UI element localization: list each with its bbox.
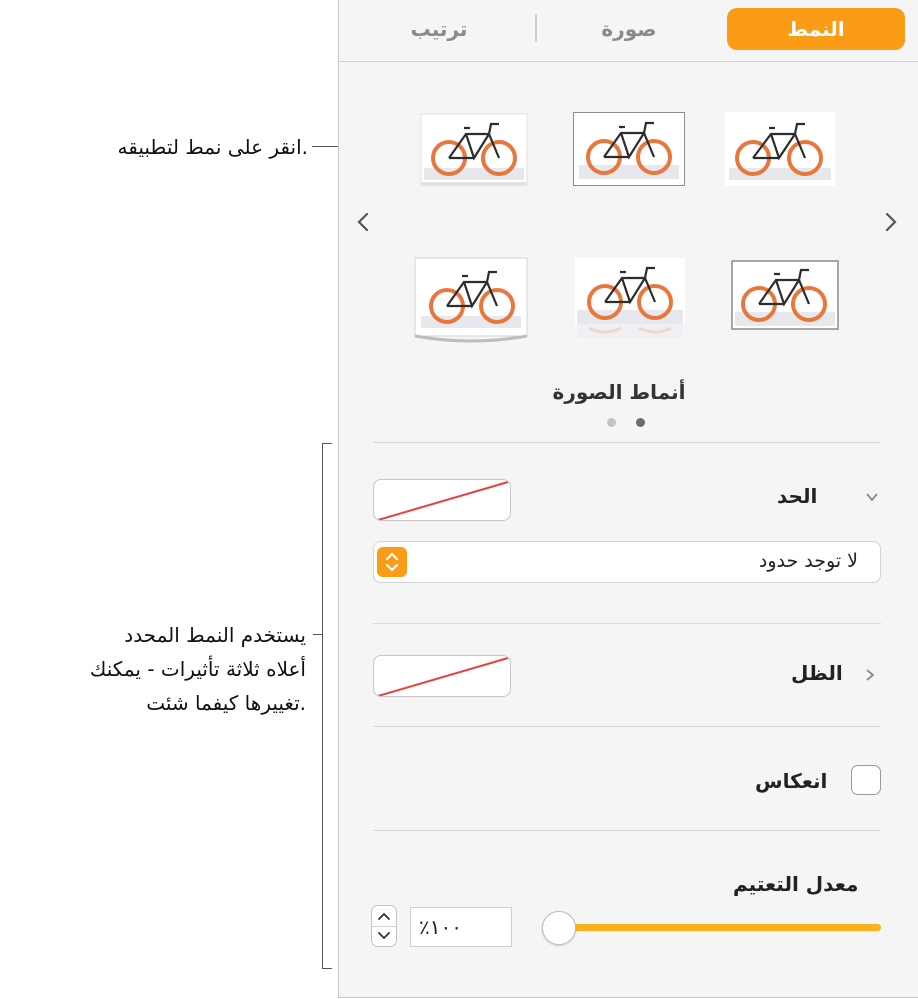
effects-hint-line-1: يستخدم النمط المحدد — [124, 623, 306, 647]
image-style-thumb-6[interactable] — [411, 256, 531, 346]
divider — [373, 726, 881, 727]
reflection-checkbox[interactable] — [851, 765, 881, 795]
bicycle-thumbnail — [420, 113, 528, 186]
tab-style[interactable]: النمط — [727, 8, 905, 50]
border-style-popup[interactable]: لا توجد حدود — [373, 541, 881, 583]
border-section-label[interactable]: الحد — [777, 484, 817, 508]
effects-hint-line-2: أعلاه ثلاثة تأثيرات - يمكنك — [89, 657, 306, 681]
border-color-well[interactable] — [373, 479, 511, 521]
effects-hint-bracket-tick — [313, 634, 322, 635]
image-style-thumb-2[interactable] — [573, 112, 685, 186]
tab-image[interactable]: صورة — [569, 8, 689, 50]
divider — [373, 442, 881, 443]
tab-arrange[interactable]: ترتيب — [379, 8, 499, 50]
opacity-slider-knob[interactable] — [542, 911, 576, 945]
bicycle-thumbnail — [725, 112, 835, 186]
chevron-right-icon[interactable] — [863, 668, 877, 682]
image-style-thumb-5[interactable] — [575, 258, 685, 340]
opacity-label: معدل التعتيم — [733, 872, 859, 896]
no-fill-slash-icon — [377, 657, 509, 696]
inspector-tab-bar: النمط صورة ترتيب — [339, 0, 918, 62]
image-style-thumb-4[interactable] — [731, 260, 839, 330]
divider — [373, 830, 881, 831]
image-style-thumb-3[interactable] — [419, 112, 531, 188]
page-dot-inactive[interactable] — [607, 418, 616, 427]
shadow-section-label[interactable]: الظل — [791, 661, 843, 685]
tab-separator — [535, 14, 537, 42]
format-inspector: النمط صورة ترتيب أنماط الصورة الحد لا تو… — [338, 0, 918, 998]
bicycle-thumbnail — [575, 258, 685, 338]
divider — [373, 623, 881, 624]
image-style-thumb-1[interactable] — [725, 112, 835, 186]
chevron-down-icon[interactable] — [865, 490, 879, 504]
style-hint-callout: انقر على نمط لتطبيقه. — [117, 135, 309, 159]
effects-hint-bracket — [322, 443, 332, 969]
bicycle-thumbnail — [576, 115, 682, 183]
shadow-color-well[interactable] — [373, 655, 511, 697]
opacity-field[interactable]: ٪١٠٠ — [410, 907, 512, 947]
bicycle-thumbnail — [731, 260, 839, 330]
opacity-slider-track[interactable] — [549, 924, 881, 931]
chevron-right-icon[interactable] — [883, 210, 899, 234]
chevron-left-icon[interactable] — [355, 210, 371, 234]
stepper-divider — [372, 926, 396, 927]
image-styles-caption: أنماط الصورة — [552, 380, 686, 404]
reflection-label[interactable]: انعكاس — [755, 769, 827, 793]
popup-arrows-icon — [377, 547, 407, 577]
effects-hint-line-3: تغييرها كيفما شئت. — [146, 691, 306, 715]
page-dot-active[interactable] — [636, 418, 645, 427]
border-style-value: لا توجد حدود — [758, 550, 858, 572]
opacity-stepper[interactable] — [371, 905, 397, 947]
bicycle-thumbnail — [414, 257, 528, 343]
no-fill-slash-icon — [377, 481, 509, 520]
effects-hint-callout: يستخدم النمط المحدد أعلاه ثلاثة تأثيرات … — [0, 618, 314, 720]
